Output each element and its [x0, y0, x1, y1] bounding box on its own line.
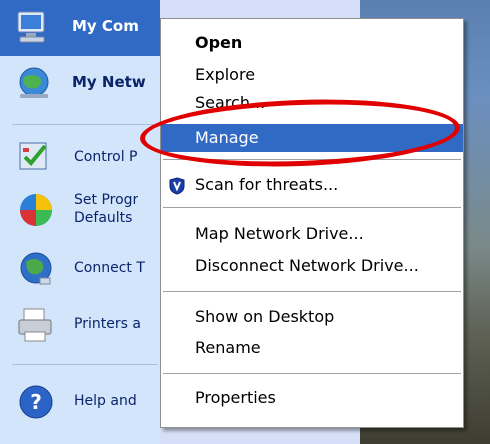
start-item-label: Connect T [74, 260, 145, 276]
control-panel-icon [19, 142, 47, 170]
my-network-places-icon [19, 67, 49, 98]
start-item-control-panel[interactable]: Control P [0, 138, 160, 180]
my-computer-icon [17, 11, 45, 43]
start-item-label: Help and [74, 393, 137, 409]
start-item-label: Printers a [74, 316, 141, 332]
start-menu-pane: My Com My Netw Control P Set Progr Defau… [0, 0, 160, 444]
start-menu-separator [12, 124, 158, 125]
menu-separator [163, 207, 461, 208]
set-program-defaults-icon [20, 194, 52, 226]
menu-item-label: Rename [195, 338, 261, 357]
menu-item-label: Disconnect Network Drive... [195, 256, 419, 275]
menu-item-properties[interactable]: Properties [161, 384, 463, 412]
start-item-connect-to[interactable]: Connect T [0, 246, 160, 294]
menu-item-label: Explore [195, 65, 256, 84]
help-icon: ? [19, 385, 53, 419]
menu-item-scan-for-threats[interactable]: Scan for threats... [161, 171, 463, 199]
printers-icon [18, 308, 52, 342]
start-item-label-line2: Defaults [74, 210, 133, 226]
menu-item-label: Show on Desktop [195, 307, 335, 326]
connect-to-icon [20, 252, 52, 285]
menu-item-label: Properties [195, 388, 276, 407]
menu-item-rename[interactable]: Rename [161, 334, 463, 362]
menu-item-label: Scan for threats... [195, 175, 339, 194]
menu-item-open[interactable]: Open [161, 29, 463, 57]
menu-item-disconnect-network-drive[interactable]: Disconnect Network Drive... [161, 252, 463, 280]
menu-item-label: Map Network Drive... [195, 224, 364, 243]
menu-separator [163, 373, 461, 374]
menu-item-label: Open [195, 33, 243, 52]
start-item-help[interactable]: ? Help and [0, 380, 160, 426]
start-item-label-line1: Set Progr [74, 192, 139, 208]
start-item-my-network[interactable]: My Netw [0, 56, 160, 112]
start-item-label: My Com [72, 17, 139, 35]
start-item-my-computer[interactable]: My Com [0, 0, 160, 56]
start-item-printers[interactable]: Printers a [0, 300, 160, 352]
start-menu-separator [12, 364, 158, 365]
start-item-label: My Netw [72, 73, 146, 91]
menu-item-explore[interactable]: Explore [161, 61, 463, 89]
start-item-label: Control P [74, 149, 138, 165]
start-item-set-program-defaults[interactable]: Set Progr Defaults [0, 184, 160, 240]
antivirus-shield-icon [169, 177, 185, 195]
menu-item-map-network-drive[interactable]: Map Network Drive... [161, 220, 463, 248]
context-menu: Open Explore Search... Manage Scan for t… [160, 18, 464, 428]
menu-separator [163, 291, 461, 292]
menu-item-show-on-desktop[interactable]: Show on Desktop [161, 303, 463, 331]
svg-text:?: ? [30, 390, 42, 414]
